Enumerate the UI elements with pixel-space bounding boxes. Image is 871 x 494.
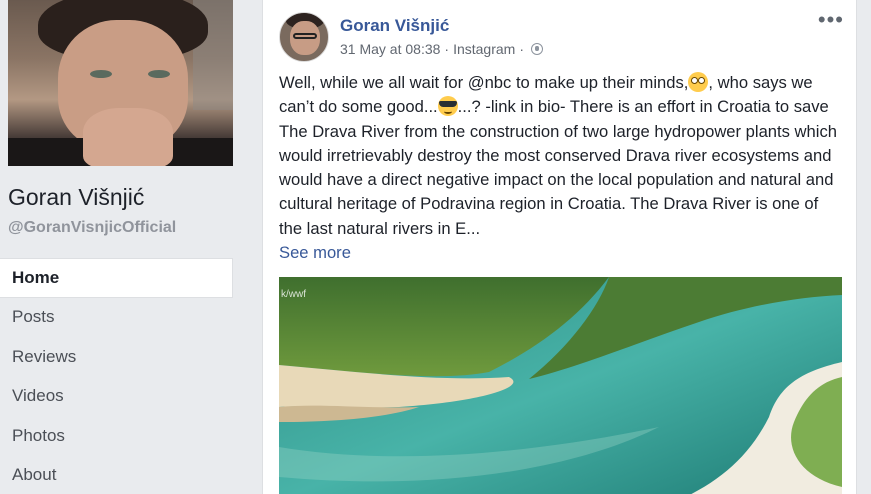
more-options-icon[interactable]: ••• xyxy=(818,9,844,31)
flushed-emoji-icon xyxy=(688,72,709,92)
left-column: Goran Višnjić @GoranVisnjicOfficial Home… xyxy=(0,0,245,494)
post-meta: 31 May at 08:38 · Instagram · xyxy=(340,41,543,57)
nav-item-reviews[interactable]: Reviews xyxy=(0,337,233,377)
post-text: Well, while we all wait for @nbc to make… xyxy=(279,71,844,265)
post-card: Goran Višnjić 31 May at 08:38 · Instagra… xyxy=(262,0,857,494)
meta-separator-2: · xyxy=(519,41,524,57)
post-date[interactable]: 31 May at 08:38 xyxy=(340,41,440,57)
post-author[interactable]: Goran Višnjić xyxy=(340,16,449,36)
image-watermark: k/wwf xyxy=(281,289,306,300)
post-text-part3: ...? -link in bio- There is an effort in… xyxy=(279,97,837,238)
nav-item-videos[interactable]: Videos xyxy=(0,377,233,417)
profile-photo[interactable] xyxy=(8,0,233,166)
post-image[interactable]: k/wwf xyxy=(279,277,842,494)
nav-item-posts[interactable]: Posts xyxy=(0,298,233,338)
nav-item-home[interactable]: Home xyxy=(0,258,233,298)
page-nav: Home Posts Reviews Videos Photos About xyxy=(0,258,233,494)
sunglasses-emoji-icon xyxy=(437,96,458,117)
nav-item-photos[interactable]: Photos xyxy=(0,416,233,456)
globe-icon[interactable] xyxy=(531,43,543,55)
post-text-part1: Well, while we all wait for @nbc to make… xyxy=(279,73,689,92)
author-avatar[interactable] xyxy=(279,12,329,62)
meta-separator: · xyxy=(444,41,450,57)
nav-item-about[interactable]: About xyxy=(0,456,233,494)
page-handle[interactable]: @GoranVisnjicOfficial xyxy=(8,219,176,237)
page-name[interactable]: Goran Višnjić xyxy=(8,184,144,211)
post-source[interactable]: Instagram xyxy=(453,41,515,57)
see-more-link[interactable]: See more xyxy=(279,241,844,265)
